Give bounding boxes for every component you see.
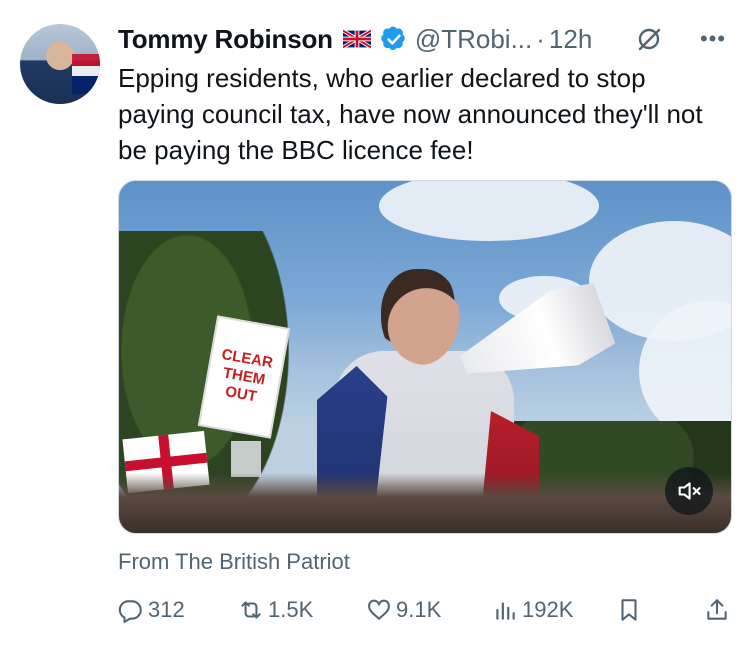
media-source[interactable]: From The British Patriot	[118, 549, 350, 575]
reply-count: 312	[148, 597, 185, 622]
crowd	[119, 473, 731, 533]
author-handle[interactable]: @TRobi...	[415, 24, 532, 55]
tweet-header: Tommy Robinson @TRobi... · 12h •••	[118, 22, 730, 56]
author-name[interactable]: Tommy Robinson	[118, 24, 333, 55]
video-media[interactable]: CLEAR THEM OUT	[118, 180, 732, 534]
reply-icon	[118, 600, 142, 623]
action-bar: 312 1.5K 9.1K 192K	[118, 590, 730, 630]
more-icon[interactable]: •••	[696, 22, 730, 56]
grok-icon[interactable]	[634, 24, 664, 54]
repost-icon	[241, 601, 261, 619]
share-icon	[707, 599, 727, 620]
volume-mute-glyph	[678, 482, 701, 500]
views-icon	[496, 602, 515, 620]
verified-badge-icon	[381, 26, 405, 51]
small-sign	[231, 441, 261, 477]
protest-sign-text: CLEAR THEM OUT	[220, 345, 275, 406]
views-count: 192K	[522, 597, 574, 622]
like-icon	[368, 599, 390, 620]
timestamp[interactable]: 12h	[549, 24, 592, 55]
repost-count: 1.5K	[268, 597, 314, 622]
bookmark-icon	[621, 599, 637, 621]
like-count: 9.1K	[396, 597, 442, 622]
share-button[interactable]	[704, 590, 734, 630]
tweet-text: Epping residents, who earlier declared t…	[118, 63, 703, 165]
cloud	[379, 181, 599, 241]
uk-flag-icon	[342, 30, 371, 48]
like-button[interactable]: 9.1K	[366, 590, 441, 630]
speaker-head	[381, 269, 459, 365]
repost-button[interactable]: 1.5K	[238, 590, 313, 630]
reply-button[interactable]: 312	[118, 590, 185, 630]
avatar-flag-detail	[72, 54, 100, 94]
views-button[interactable]: 192K	[492, 590, 573, 630]
bookmark-button[interactable]	[616, 590, 646, 630]
separator-dot: ·	[536, 23, 545, 54]
avatar[interactable]	[20, 24, 100, 104]
volume-mute-icon[interactable]	[665, 467, 713, 515]
